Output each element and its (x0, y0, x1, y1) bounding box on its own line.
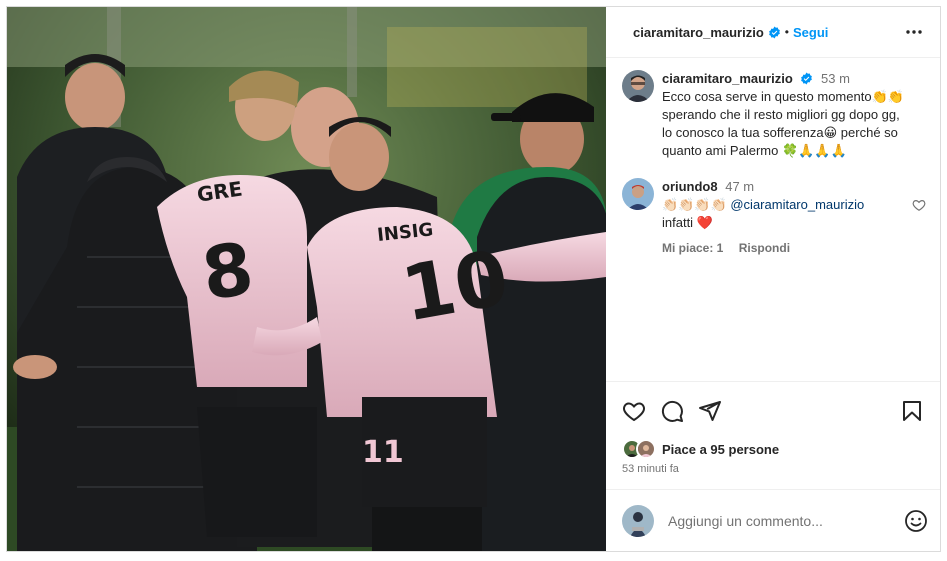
caption-username[interactable]: ciaramitaro_maurizio (662, 71, 793, 86)
likes-count[interactable]: Piace a 95 persone (662, 442, 779, 457)
caption-line: sperando che il resto migliori gg dopo g… (662, 107, 900, 122)
separator-dot: • (784, 25, 789, 39)
more-options-icon[interactable] (902, 20, 926, 44)
celebration-photo: 8 GRE 10 INSIG 11 (7, 7, 606, 551)
caption: ciaramitaro_maurizio 53 m Ecco cosa serv… (622, 70, 926, 160)
bookmark-icon[interactable] (900, 399, 924, 423)
liker-avatar[interactable] (636, 439, 656, 459)
shorts-number-11: 11 (362, 435, 404, 470)
caption-line: quanto ami Palermo 🍀🙏🙏🙏 (662, 143, 847, 158)
share-icon[interactable] (698, 399, 722, 423)
comments-section: ciaramitaro_maurizio 53 m Ecco cosa serv… (606, 58, 940, 381)
follow-button[interactable]: Segui (793, 25, 828, 40)
author-avatar[interactable] (622, 70, 654, 102)
emoji-icon[interactable] (904, 509, 928, 533)
verified-badge-icon (768, 26, 780, 38)
post-header: ciaramitaro_maurizio • Segui (606, 7, 940, 58)
add-comment-input[interactable] (668, 512, 904, 529)
comment-likes-count[interactable]: Mi piace: 1 (662, 241, 723, 255)
comment-text-line: infatti ❤️ (662, 215, 713, 230)
viewer-avatar (622, 504, 654, 537)
likes-row: Piace a 95 persone (606, 439, 940, 459)
add-comment-bar (606, 489, 940, 551)
heart-icon[interactable] (622, 399, 646, 423)
comment-mention[interactable]: @ciaramitaro_maurizio (730, 197, 864, 212)
caption-time: 53 m (821, 71, 850, 86)
author-username[interactable]: ciaramitaro_maurizio (633, 25, 764, 40)
comment-text: 👏🏻👏🏻👏🏻👏🏻 (662, 197, 731, 212)
caption-line: Ecco cosa serve in questo momento👏👏 (662, 89, 904, 104)
post-sidebar: ciaramitaro_maurizio • Segui ciaramitaro… (606, 7, 940, 551)
comment-item: oriundo8 47 m 👏🏻👏🏻👏🏻👏🏻 @ciaramitaro_maur… (622, 178, 926, 257)
verified-badge-icon (801, 72, 813, 85)
comment-icon[interactable] (660, 399, 684, 423)
commenter-avatar[interactable] (622, 178, 654, 210)
comment-like-heart-icon[interactable] (912, 198, 926, 212)
post-photo[interactable]: 8 GRE 10 INSIG 11 (7, 7, 606, 551)
commenter-username[interactable]: oriundo8 (662, 179, 718, 194)
comment-time: 47 m (725, 179, 755, 194)
action-bar (606, 381, 940, 439)
caption-line: lo conosco la tua sofferenza😀 perché so (662, 125, 898, 140)
jersey-number-10: 10 (395, 233, 515, 339)
post-time[interactable]: 53 minuti fa (606, 459, 940, 489)
reply-button[interactable]: Rispondi (739, 241, 790, 255)
instagram-post: 8 GRE 10 INSIG 11 ciaramitaro_maurizio •… (6, 6, 941, 552)
